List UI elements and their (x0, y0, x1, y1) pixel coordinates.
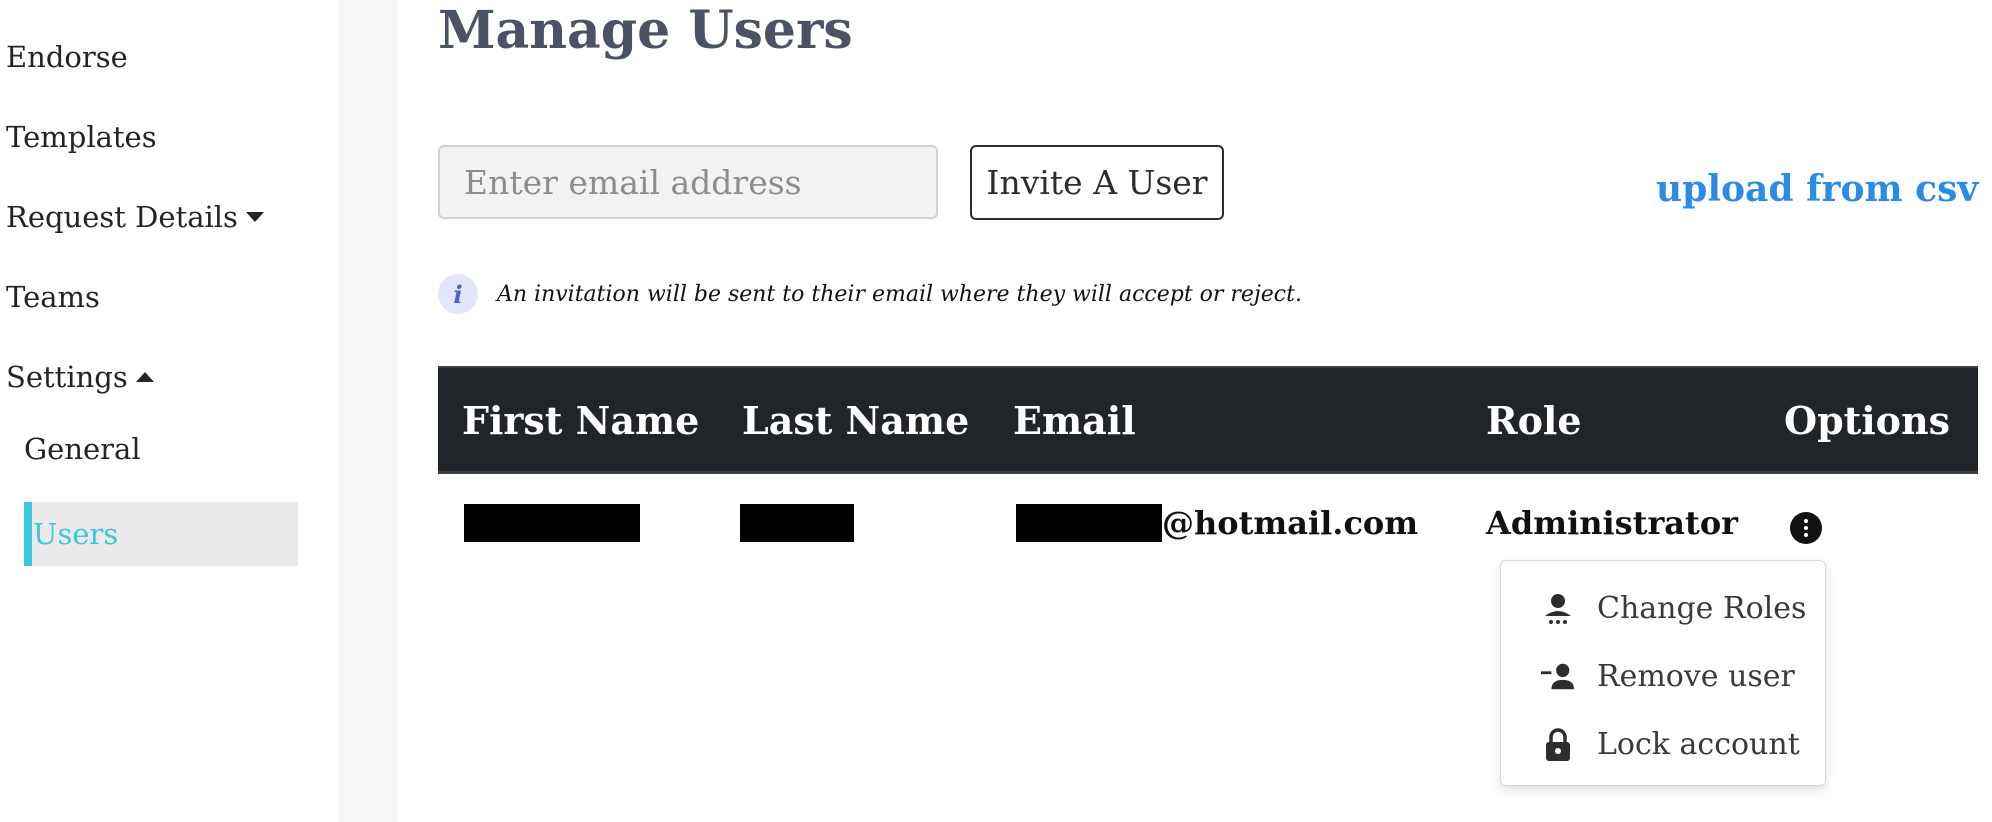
sidebar-subitem-label: Users (33, 517, 119, 551)
sidebar-item-endorse[interactable]: Endorse (6, 40, 128, 74)
more-options-icon[interactable] (1790, 512, 1822, 544)
menu-item-change-roles[interactable]: Change Roles (1541, 591, 1806, 626)
column-header-role: Role (1486, 398, 1582, 443)
redacted-last-name (740, 504, 854, 542)
menu-item-remove-user[interactable]: Remove user (1541, 659, 1795, 694)
sidebar-item-label: Endorse (6, 40, 128, 74)
info-icon: i (438, 274, 478, 314)
email-cell: @hotmail.com (1016, 504, 1418, 542)
info-text: An invitation will be sent to their emai… (497, 281, 1302, 307)
sidebar-item-label: Teams (6, 280, 100, 314)
sidebar: Endorse Templates Request Details Teams … (0, 0, 338, 822)
upload-csv-link[interactable]: upload from csv (1656, 168, 1978, 210)
sidebar-item-label: Templates (6, 120, 157, 154)
invite-user-button[interactable]: Invite A User (970, 145, 1224, 220)
last-name-cell (740, 504, 854, 542)
column-header-last-name: Last Name (742, 398, 970, 443)
menu-item-lock-account[interactable]: Lock account (1541, 727, 1800, 762)
caret-down-icon (245, 212, 264, 222)
sidebar-gutter (338, 0, 398, 822)
sidebar-subitem-label: General (24, 432, 141, 466)
column-header-first-name: First Name (462, 398, 700, 443)
table-header: First Name Last Name Email Role Options (438, 366, 1978, 474)
column-header-email: Email (1013, 398, 1136, 443)
column-header-options: Options (1784, 398, 1951, 443)
sidebar-subitem-users[interactable]: Users (24, 502, 298, 566)
sidebar-subitem-general[interactable]: General (24, 432, 141, 466)
sidebar-item-label: Request Details (6, 200, 238, 234)
menu-item-label: Remove user (1597, 659, 1795, 694)
users-table: First Name Last Name Email Role Options … (438, 366, 1978, 574)
sidebar-item-request-details[interactable]: Request Details (6, 200, 264, 234)
role-cell: Administrator (1486, 504, 1739, 542)
remove-user-icon (1541, 660, 1575, 694)
change-roles-icon (1541, 592, 1575, 626)
first-name-cell (464, 504, 640, 542)
redacted-first-name (464, 504, 640, 542)
email-domain: @hotmail.com (1162, 504, 1419, 542)
email-input[interactable] (438, 145, 938, 219)
caret-up-icon (135, 372, 154, 382)
sidebar-item-settings[interactable]: Settings (6, 360, 154, 394)
menu-item-label: Lock account (1597, 727, 1800, 762)
table-row: @hotmail.com Administrator (438, 474, 1978, 574)
options-menu: Change Roles Remove user Lock account (1500, 560, 1826, 786)
page-title: Manage Users (438, 0, 853, 61)
lock-icon (1541, 727, 1575, 762)
sidebar-item-teams[interactable]: Teams (6, 280, 100, 314)
redacted-email-user (1016, 504, 1162, 542)
sidebar-item-templates[interactable]: Templates (6, 120, 157, 154)
sidebar-item-label: Settings (6, 360, 128, 394)
invite-info: i An invitation will be sent to their em… (438, 274, 1302, 314)
menu-item-label: Change Roles (1597, 591, 1807, 626)
